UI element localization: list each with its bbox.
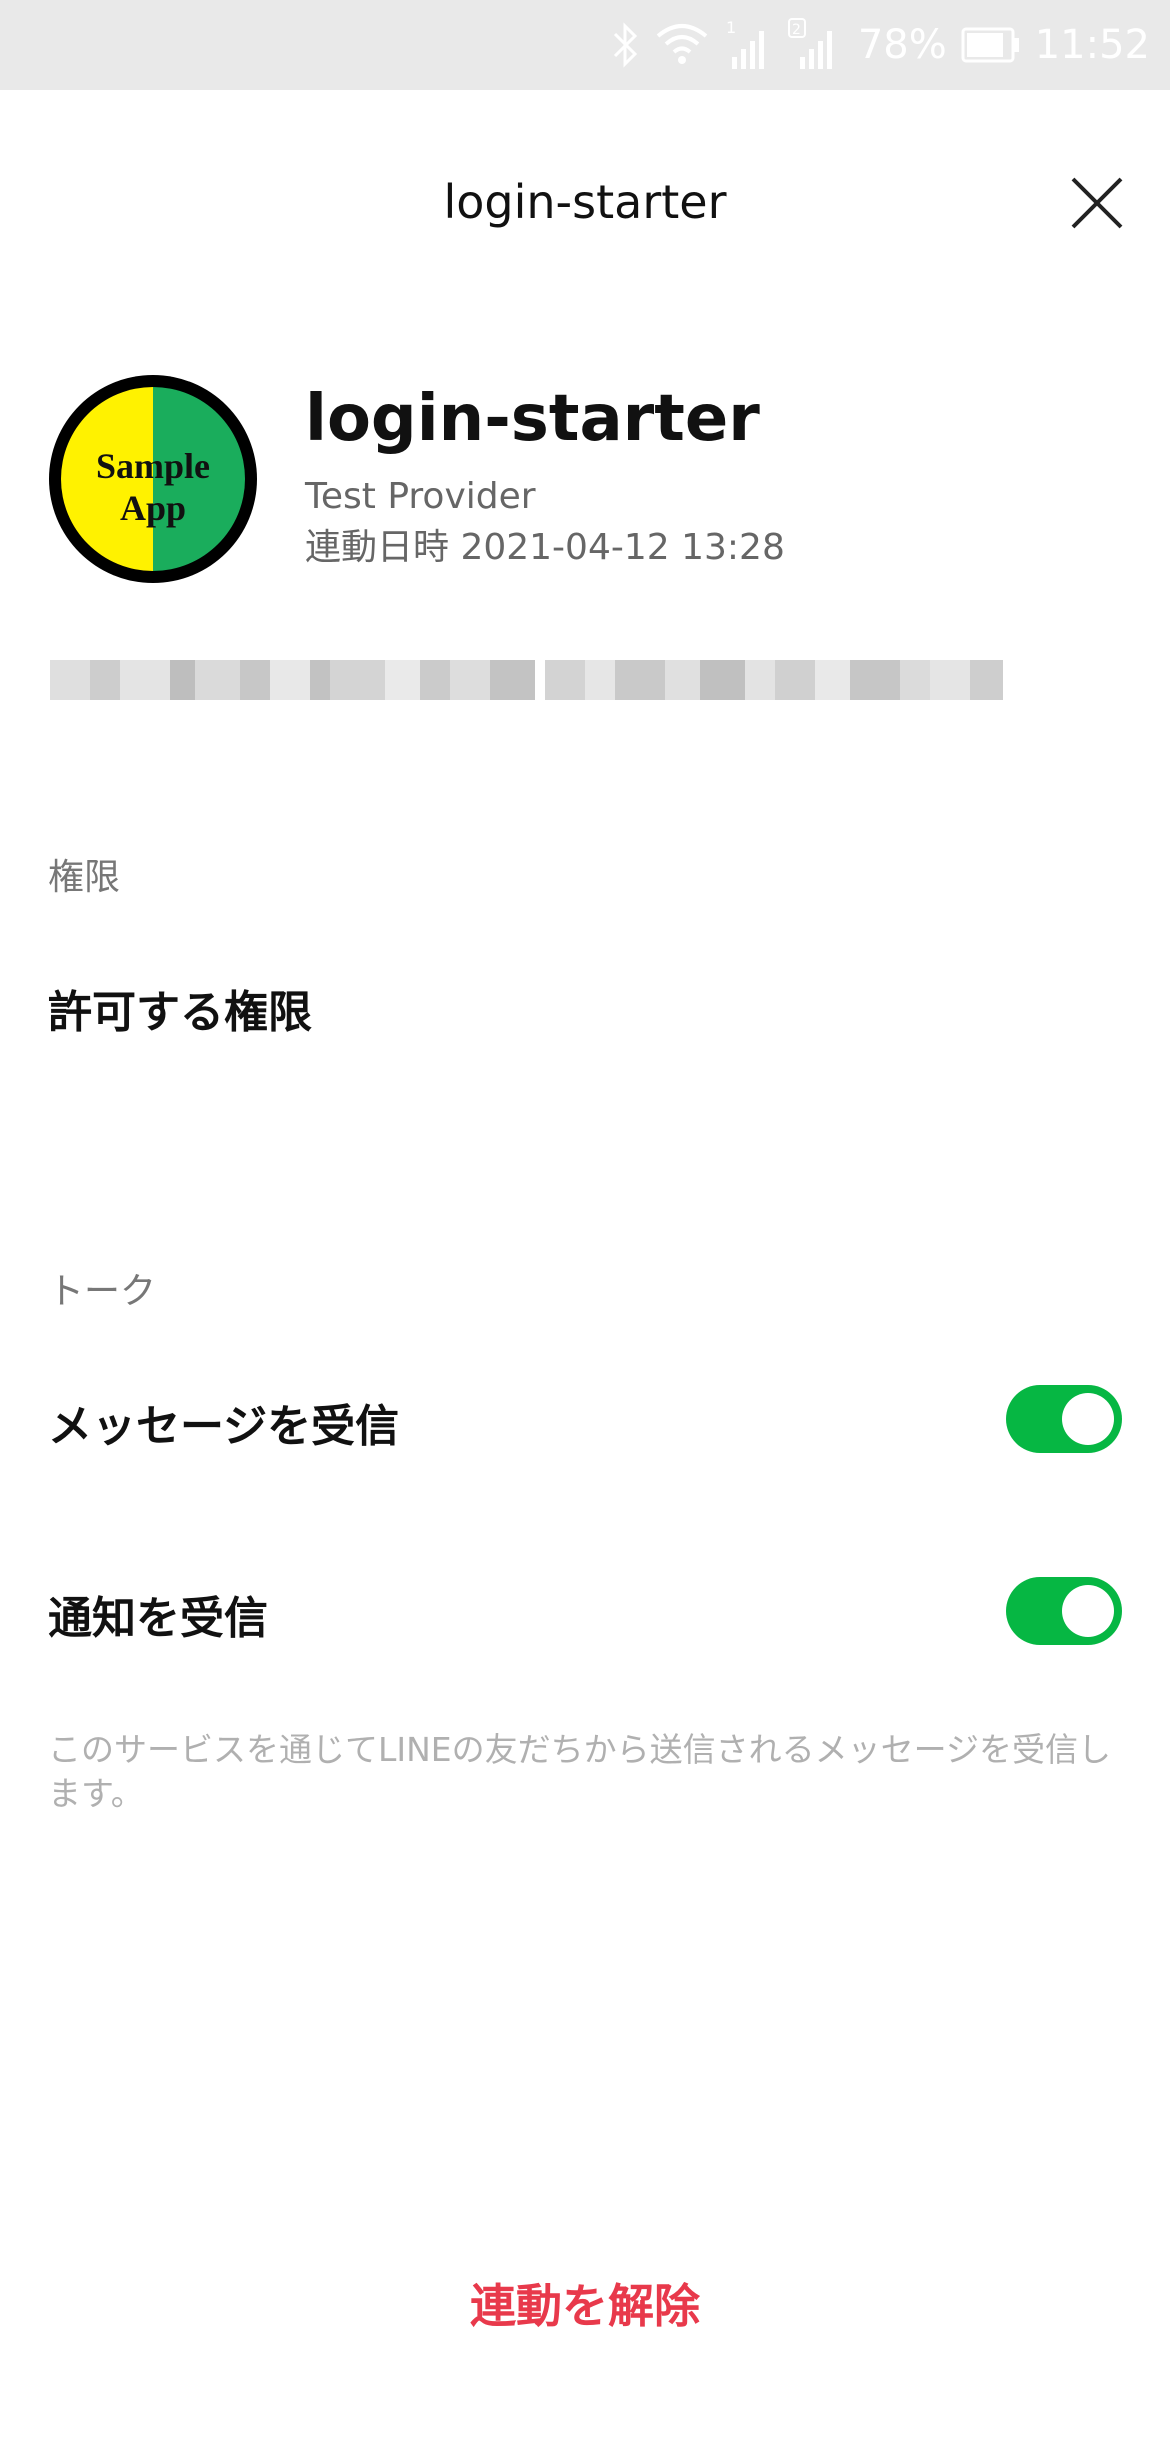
receive-notifications-label: 通知を受信 xyxy=(48,1593,268,1644)
battery-percent: 78% xyxy=(857,22,947,68)
app-logo: Sample App xyxy=(48,374,258,584)
bluetooth-icon xyxy=(610,20,640,70)
sim1-label: 1 xyxy=(726,18,736,37)
sim2-label: 2 xyxy=(792,22,801,38)
status-bar: 1 2 78% 11:52 xyxy=(0,0,1170,90)
signal-icon: 2 xyxy=(787,17,844,73)
receive-notifications-toggle[interactable] xyxy=(1006,1577,1122,1645)
wifi-icon xyxy=(654,20,710,70)
toggle-knob xyxy=(1062,1393,1114,1445)
app-provider: Test Provider xyxy=(305,476,536,517)
unlink-button[interactable]: 連動を解除 xyxy=(0,2270,1170,2336)
signal-icon: 1 xyxy=(724,17,774,73)
redacted-text xyxy=(50,660,1035,700)
page-title: login-starter xyxy=(443,175,727,229)
receive-messages-toggle[interactable] xyxy=(1006,1385,1122,1453)
linked-datetime: 連動日時 2021-04-12 13:28 xyxy=(305,527,785,568)
toggle-knob xyxy=(1062,1585,1114,1637)
clock: 11:52 xyxy=(1034,22,1150,68)
logo-text-line2: App xyxy=(120,488,186,528)
header: login-starter xyxy=(0,90,1170,320)
permissions-section-label: 権限 xyxy=(48,857,121,898)
app-name: login-starter xyxy=(305,382,760,456)
talk-description: このサービスを通じてLINEの友だちから送信されるメッセージを受信します。 xyxy=(48,1730,1111,1813)
allowed-permissions-item[interactable]: 許可する権限 xyxy=(48,976,312,1040)
close-icon xyxy=(1071,177,1123,229)
receive-messages-label: メッセージを受信 xyxy=(48,1401,400,1452)
close-button[interactable] xyxy=(1064,170,1130,236)
logo-text-line1: Sample xyxy=(96,446,210,486)
battery-icon xyxy=(961,25,1021,65)
talk-section-label: トーク xyxy=(48,1271,157,1312)
